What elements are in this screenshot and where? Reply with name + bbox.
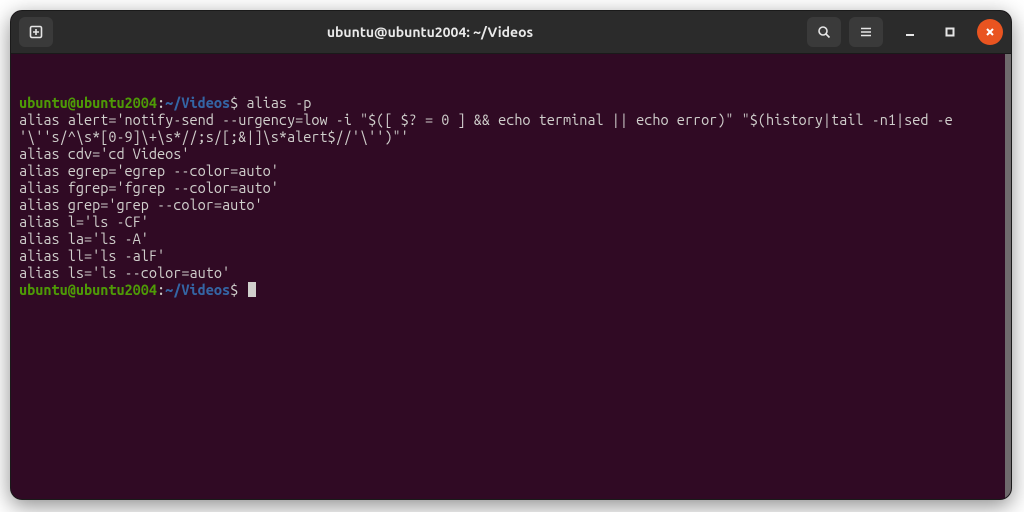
minimize-button[interactable]: [897, 19, 923, 45]
close-button[interactable]: [977, 19, 1003, 45]
prompt-user: ubuntu@ubuntu2004: [19, 94, 157, 111]
terminal-body[interactable]: ubuntu@ubuntu2004:~/Videos$ alias -palia…: [11, 54, 1011, 499]
prompt-line: ubuntu@ubuntu2004:~/Videos$: [19, 281, 1003, 298]
output-line: alias grep='grep --color=auto': [19, 196, 1003, 213]
hamburger-menu-button[interactable]: [849, 17, 883, 47]
output-line: alias l='ls -CF': [19, 213, 1003, 230]
prompt-separator: :: [157, 94, 165, 111]
titlebar: ubuntu@ubuntu2004: ~/Videos: [11, 11, 1011, 54]
output-line: alias la='ls -A': [19, 230, 1003, 247]
prompt-symbol: $: [230, 281, 246, 298]
search-button[interactable]: [807, 17, 841, 47]
cursor: [248, 282, 256, 297]
output-line: alias egrep='egrep --color=auto': [19, 162, 1003, 179]
prompt-path: ~/Videos: [165, 281, 230, 298]
output-line: alias alert='notify-send --urgency=low -…: [19, 111, 1003, 145]
prompt-separator: :: [157, 281, 165, 298]
output-line: alias ls='ls --color=auto': [19, 264, 1003, 281]
prompt-symbol: $: [230, 94, 246, 111]
command-line: ubuntu@ubuntu2004:~/Videos$ alias -p: [19, 94, 1003, 111]
output-line: alias cdv='cd Videos': [19, 145, 1003, 162]
output-line: alias fgrep='fgrep --color=auto': [19, 179, 1003, 196]
prompt-user: ubuntu@ubuntu2004: [19, 281, 157, 298]
maximize-button[interactable]: [937, 19, 963, 45]
scrollbar[interactable]: [1005, 54, 1011, 499]
terminal-window: ubuntu@ubuntu2004: ~/Videos ubuntu@ubunt…: [10, 10, 1012, 500]
window-title: ubuntu@ubuntu2004: ~/Videos: [61, 24, 799, 40]
typed-command: alias -p: [246, 94, 311, 111]
new-tab-button[interactable]: [19, 17, 53, 47]
prompt-path: ~/Videos: [165, 94, 230, 111]
output-line: alias ll='ls -alF': [19, 247, 1003, 264]
